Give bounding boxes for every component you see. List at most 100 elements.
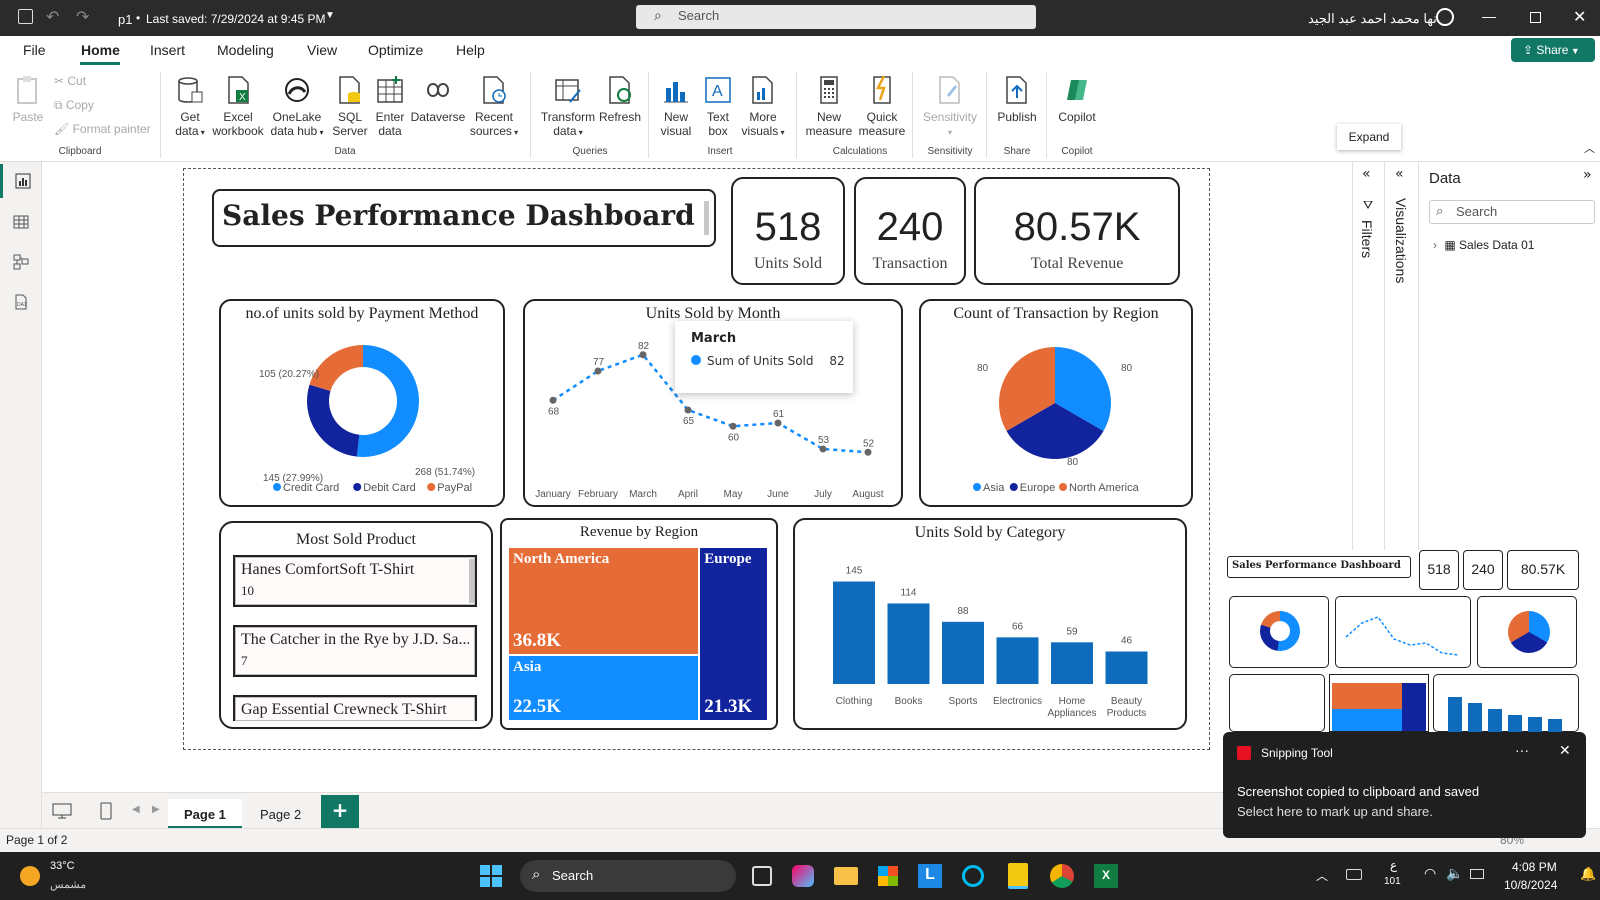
product-item[interactable]: Gap Essential Crewneck T-Shirt xyxy=(233,695,477,721)
excel-taskbar-icon[interactable]: X xyxy=(1094,864,1118,888)
most-sold-product-card[interactable]: Most Sold Product Hanes ComfortSoft T-Sh… xyxy=(219,521,493,729)
expand-chevron-icon[interactable]: « xyxy=(1362,166,1371,182)
table-tree-item[interactable]: › ▦ Sales Data 01 xyxy=(1433,238,1534,252)
sensitivity-button[interactable]: Sensitivity ▾ xyxy=(918,74,982,140)
product-item[interactable]: Hanes ComfortSoft T-Shirt 10 xyxy=(233,555,477,607)
save-icon[interactable] xyxy=(18,9,33,24)
publish-button[interactable]: Publish xyxy=(994,74,1040,124)
treemap-tile[interactable]: North America 36.8K xyxy=(509,548,699,654)
input-language[interactable]: ع xyxy=(1390,858,1397,872)
volume-icon[interactable]: 🔈 xyxy=(1446,866,1463,882)
text-box-button[interactable]: A Text box xyxy=(698,74,738,138)
transform-data-button[interactable]: Transform data ▾ xyxy=(538,74,598,140)
refresh-button[interactable]: Refresh xyxy=(598,74,642,124)
snip-preview-thumbnail[interactable]: Sales Performance Dashboard 518 240 80.5… xyxy=(1225,550,1585,733)
format-painter-button[interactable]: 🖌 Format painter xyxy=(54,122,151,136)
menu-file[interactable]: File xyxy=(23,42,46,58)
title-scrollbar[interactable] xyxy=(704,201,709,235)
copilot-button[interactable]: Copilot xyxy=(1052,74,1102,124)
menu-optimize[interactable]: Optimize xyxy=(368,42,423,58)
expand-chevron-icon[interactable]: « xyxy=(1395,166,1404,182)
snipping-tool-notification[interactable]: Snipping Tool ··· ✕ Screenshot copied to… xyxy=(1223,732,1586,838)
cortana-icon[interactable] xyxy=(962,865,984,887)
excel-workbook-button[interactable]: X Excel workbook xyxy=(210,74,266,138)
onelake-button[interactable]: OneLake data hub ▾ xyxy=(266,74,328,140)
data-search-input[interactable]: ⌕ Search xyxy=(1429,200,1595,224)
weather-sun-icon[interactable] xyxy=(20,866,40,886)
model-view-icon[interactable] xyxy=(13,254,29,270)
scroll-left-icon[interactable]: ◀ xyxy=(132,804,140,815)
quick-measure-button[interactable]: Quick measure xyxy=(854,74,910,138)
payment-method-donut-card[interactable]: no.of units sold by Payment Method 268 (… xyxy=(219,299,505,507)
user-avatar-icon[interactable] xyxy=(1436,8,1454,26)
maximize-icon[interactable] xyxy=(1530,12,1541,23)
menu-home[interactable]: Home xyxy=(81,42,120,58)
bar-chart[interactable]: 145 Clothing 114 Books 88 Sports 66 Electronics… xyxy=(795,546,1185,728)
collapse-chevron-icon[interactable]: » xyxy=(1583,167,1592,183)
close-icon[interactable]: ✕ xyxy=(1559,742,1571,759)
revenue-by-region-treemap-card[interactable]: Revenue by Region North America 36.8K Asia… xyxy=(500,518,778,730)
new-visual-button[interactable]: New visual xyxy=(654,74,698,138)
report-view-icon[interactable] xyxy=(0,164,42,198)
treemap-tile[interactable]: Asia 22.5K xyxy=(509,655,699,720)
task-view-icon[interactable] xyxy=(752,866,772,886)
store-icon[interactable] xyxy=(878,866,898,886)
scroll-right-icon[interactable]: ▶ xyxy=(152,804,160,815)
table-view-icon[interactable] xyxy=(13,214,29,230)
pie-chart[interactable]: 80 80 80 Asia Europe North America xyxy=(921,325,1191,505)
desktop-layout-icon[interactable] xyxy=(52,803,72,819)
enter-data-button[interactable]: Enter data xyxy=(370,74,410,138)
copilot-taskbar-icon[interactable] xyxy=(792,865,814,887)
donut-chart[interactable]: 268 (51.74%)145 (27.99%)105 (20.27%)Cred… xyxy=(223,325,503,505)
tab-page-1[interactable]: Page 1 xyxy=(168,799,242,829)
mobile-layout-icon[interactable] xyxy=(100,802,112,820)
tray-chevron-up-icon[interactable]: ︿ xyxy=(1316,867,1328,884)
more-options-icon[interactable]: ··· xyxy=(1515,742,1529,758)
chevron-down-icon[interactable]: ▼ xyxy=(325,10,335,21)
list-scrollbar[interactable] xyxy=(469,559,474,603)
tab-page-2[interactable]: Page 2 xyxy=(244,799,317,829)
treemap-tile[interactable]: Europe 21.3K xyxy=(700,548,767,720)
get-data-button[interactable]: Get data ▾ xyxy=(170,74,210,140)
more-visuals-button[interactable]: More visuals ▾ xyxy=(738,74,788,140)
undo-icon[interactable]: ↶ xyxy=(46,7,59,27)
l-app-icon[interactable]: L xyxy=(918,864,942,888)
file-explorer-icon[interactable] xyxy=(834,867,858,885)
share-button[interactable]: ⇪ Share ▼ xyxy=(1511,38,1595,62)
notification-bell-icon[interactable]: 🔔 xyxy=(1580,867,1596,882)
global-search-input[interactable]: ⌕ Search xyxy=(636,5,1036,29)
kpi-card-total-revenue[interactable]: 80.57K Total Revenue xyxy=(974,177,1180,285)
menu-modeling[interactable]: Modeling xyxy=(217,42,274,58)
cut-button[interactable]: ✂ Cut xyxy=(54,74,86,88)
taskbar-search-box[interactable]: ⌕ Search xyxy=(520,860,736,892)
units-by-category-bar-card[interactable]: Units Sold by Category 145 Clothing 114 Boo… xyxy=(793,518,1187,730)
windows-start-icon[interactable] xyxy=(480,865,502,887)
collapse-ribbon-icon[interactable]: ︿ xyxy=(1584,140,1595,156)
transaction-by-region-pie-card[interactable]: Count of Transaction by Region 80 80 80 Asi… xyxy=(919,299,1193,507)
wifi-icon[interactable]: ◠ xyxy=(1424,866,1436,882)
treemap-chart[interactable]: North America 36.8K Asia 22.5K Europe 21.3K xyxy=(509,548,769,722)
recent-sources-button[interactable]: Recent sources ▾ xyxy=(466,74,522,140)
dax-query-view-icon[interactable]: DAX xyxy=(13,294,29,310)
keyboard-icon[interactable] xyxy=(1346,869,1362,880)
kpi-card-units-sold[interactable]: 518 Units Sold xyxy=(731,177,845,285)
units-by-month-line-card[interactable]: Units Sold by Month 68 January 77 February 8… xyxy=(523,299,903,507)
menu-view[interactable]: View xyxy=(307,42,337,58)
menu-insert[interactable]: Insert xyxy=(150,42,185,58)
copy-button[interactable]: ⧉ Copy xyxy=(54,98,94,112)
sql-server-button[interactable]: SQL Server xyxy=(330,74,370,138)
minimize-icon[interactable]: — xyxy=(1482,8,1496,24)
paste-button[interactable]: Paste xyxy=(10,74,46,124)
chrome-icon[interactable] xyxy=(1050,864,1074,888)
kpi-card-transaction[interactable]: 240 Transaction xyxy=(854,177,966,285)
close-icon[interactable]: ✕ xyxy=(1573,7,1586,27)
add-page-button[interactable]: + xyxy=(321,795,359,829)
power-bi-taskbar-icon[interactable] xyxy=(1008,863,1028,889)
product-item[interactable]: The Catcher in the Rye by J.D. Sa... 7 xyxy=(233,625,477,677)
dashboard-title-card[interactable]: Sales Performance Dashboard xyxy=(212,189,716,247)
new-measure-button[interactable]: New measure xyxy=(804,74,854,138)
dataverse-button[interactable]: Dataverse xyxy=(410,74,466,124)
battery-icon[interactable] xyxy=(1470,869,1484,879)
redo-icon[interactable]: ↷ xyxy=(76,7,89,27)
menu-help[interactable]: Help xyxy=(456,42,485,58)
